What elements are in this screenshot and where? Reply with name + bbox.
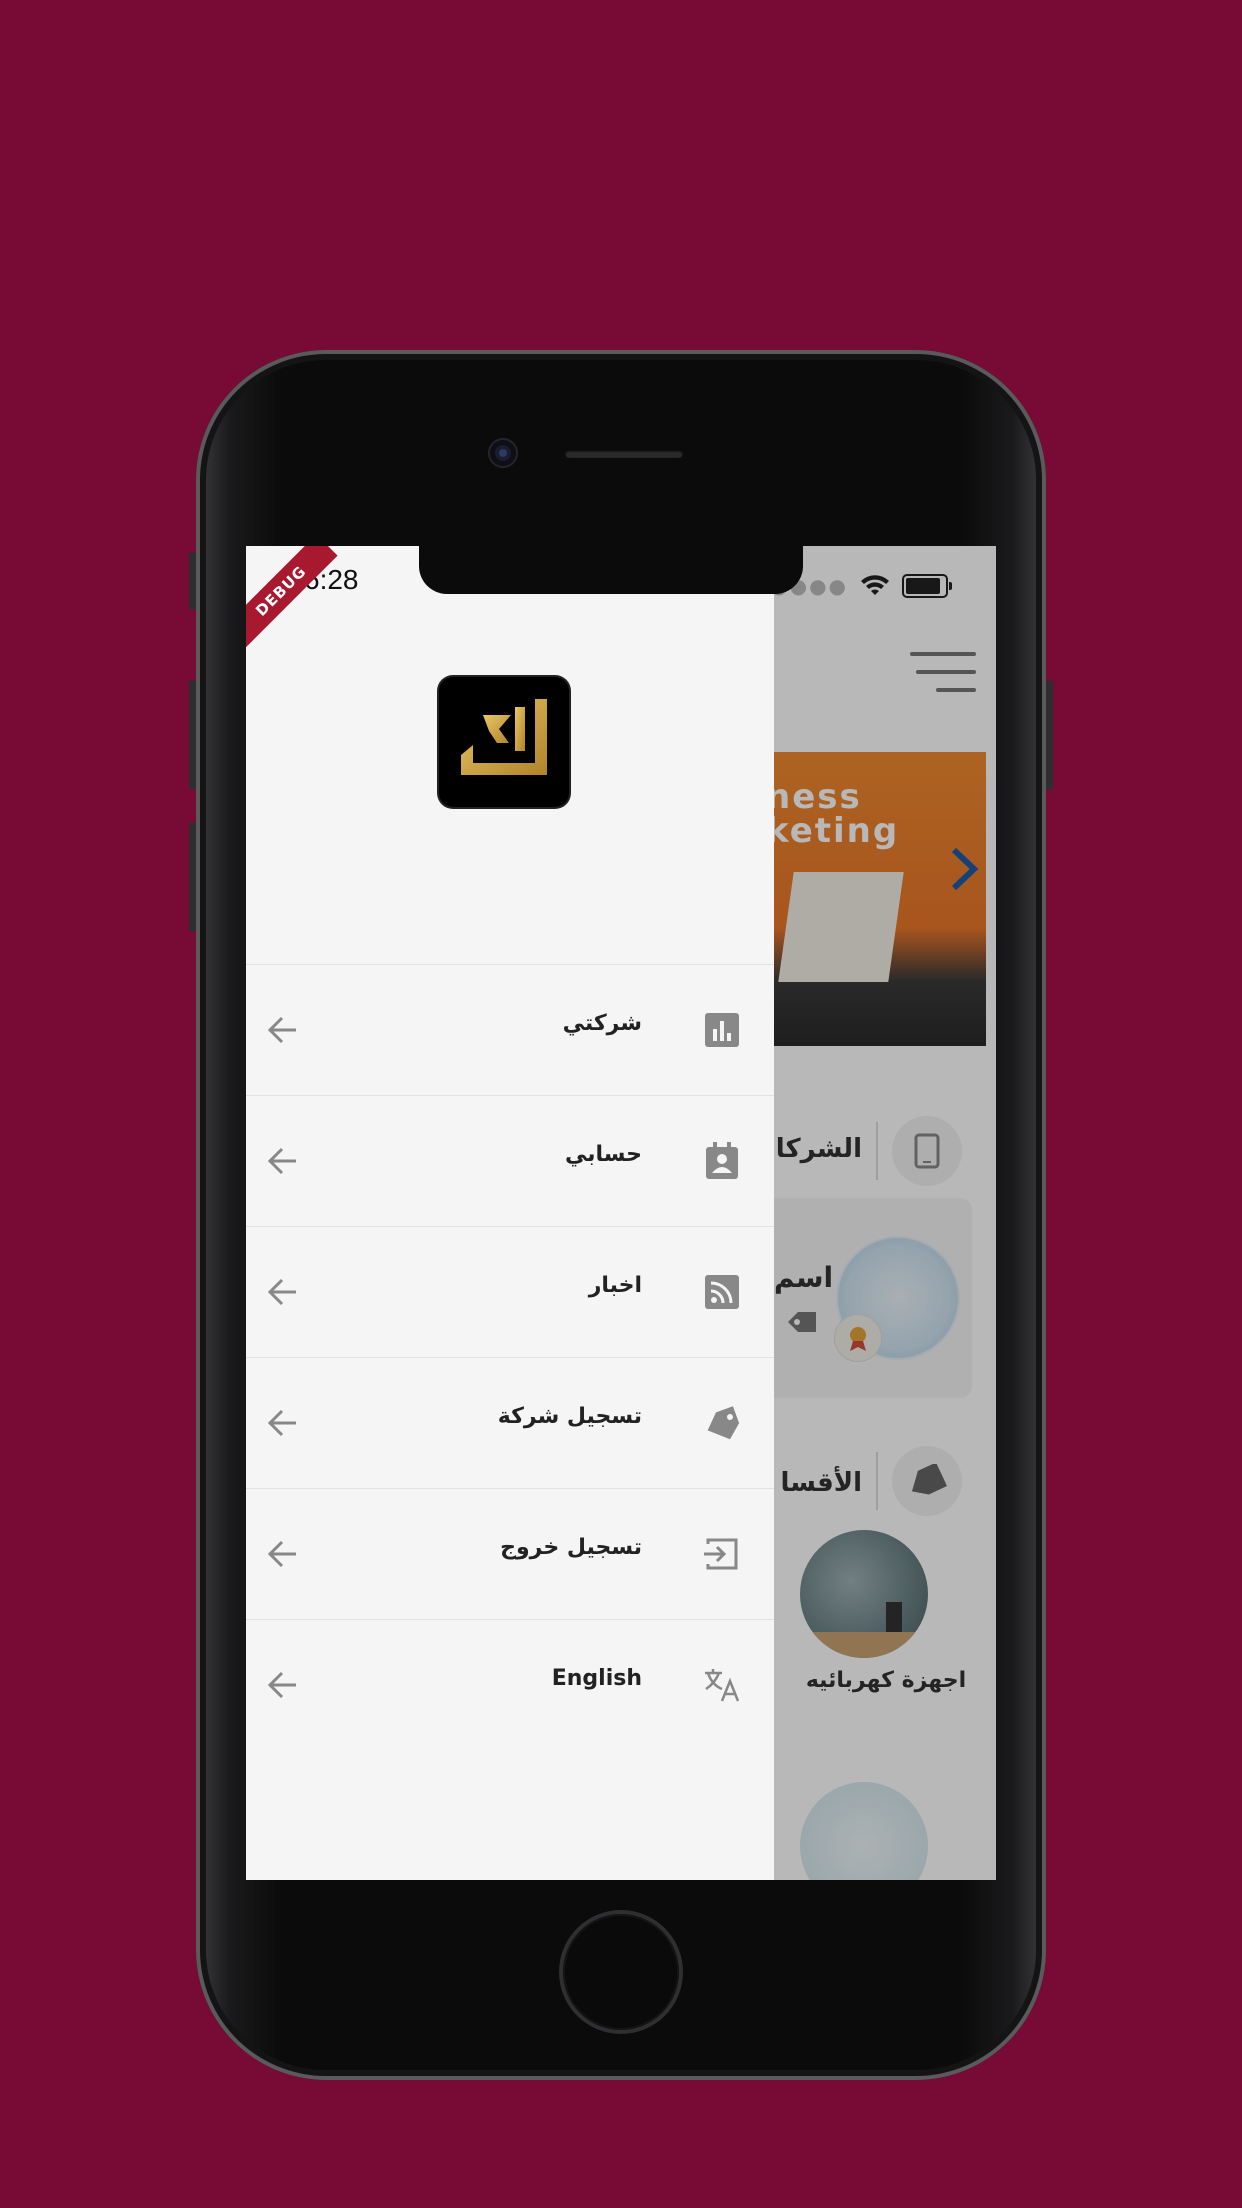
arrow-left-icon (267, 1540, 296, 1568)
rss-feed-icon (705, 1275, 739, 1309)
silent-switch (189, 552, 196, 610)
drawer-item-register-company[interactable]: تسجيل شركة (246, 1357, 774, 1488)
drawer-item-label: اخبار (588, 1273, 642, 1298)
drawer-item-label: English (551, 1666, 642, 1691)
drawer-item-language[interactable]: English (246, 1619, 774, 1750)
app-logo (439, 677, 569, 807)
earpiece-speaker (565, 450, 683, 458)
arrow-left-icon (267, 1278, 296, 1306)
translate-icon (705, 1669, 740, 1702)
volume-down-button (189, 822, 196, 932)
front-camera (490, 440, 516, 466)
drawer-item-label: تسجيل خروج (500, 1535, 642, 1560)
drawer-item-my-company[interactable]: شركتي (246, 964, 774, 1095)
notch (419, 546, 803, 594)
phone-screen: ●●●● ness keting الشركا اسم الأقسا اجهزة… (246, 546, 996, 1880)
drawer-item-label: حسابي (564, 1142, 642, 1167)
volume-up-button (189, 680, 196, 790)
drawer-item-logout[interactable]: تسجيل خروج (246, 1488, 774, 1619)
power-button (1046, 680, 1053, 790)
arrow-left-icon (267, 1671, 296, 1699)
drawer-item-news[interactable]: اخبار (246, 1226, 774, 1357)
navigation-drawer: DEBUG 6:28 شركتي حسابي اخبار تسجيل شركة … (246, 546, 774, 1880)
drawer-item-my-account[interactable]: حسابي (246, 1095, 774, 1226)
arrow-left-icon (267, 1409, 296, 1437)
arrow-left-icon (267, 1147, 296, 1175)
arrow-left-icon (267, 1016, 296, 1044)
drawer-menu: شركتي حسابي اخبار تسجيل شركة تسجيل خروج (246, 964, 774, 1750)
bar-chart-icon (705, 1013, 739, 1047)
contact-card-icon (706, 1142, 738, 1179)
drawer-item-label: تسجيل شركة (497, 1404, 642, 1429)
logout-icon (704, 1538, 738, 1570)
debug-banner: DEBUG (246, 546, 338, 648)
tag-icon (707, 1406, 740, 1440)
home-button[interactable] (563, 1914, 679, 2030)
drawer-item-label: شركتي (562, 1011, 642, 1036)
